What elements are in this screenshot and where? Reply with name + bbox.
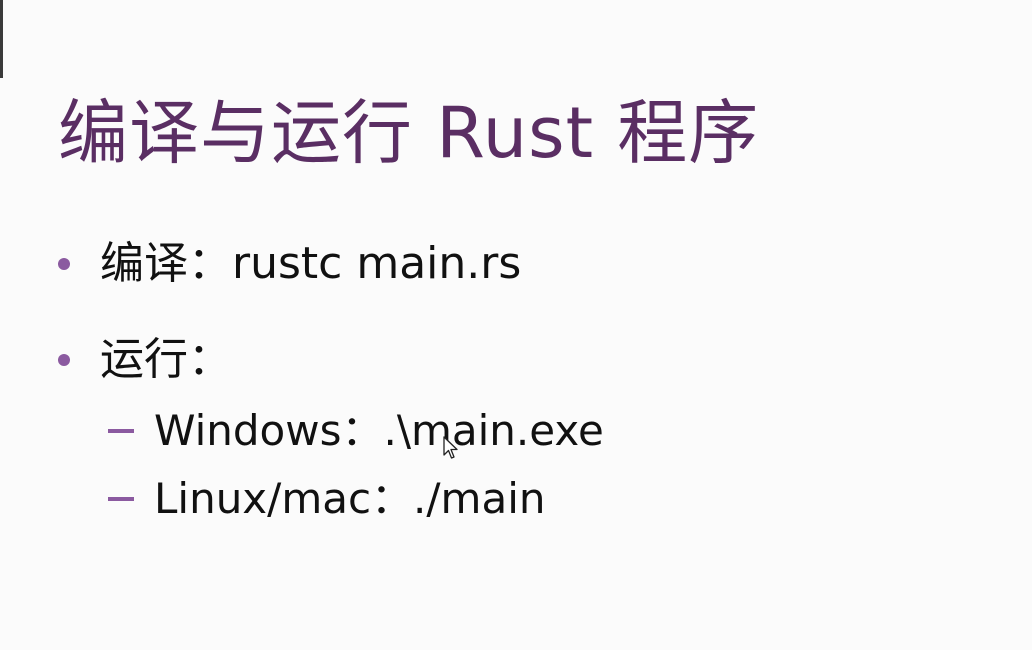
- slide-title: 编译与运行 Rust 程序: [58, 92, 760, 174]
- bullet-text: 编译：rustc main.rs: [100, 238, 522, 289]
- mouse-pointer-icon: [443, 436, 458, 459]
- window-edge: [0, 0, 3, 78]
- sub-item-text: Linux/mac：./main: [154, 474, 546, 523]
- bullet-dot-icon: [58, 354, 70, 366]
- dash-marker-icon: [108, 497, 134, 501]
- bullet-item-run: 运行：: [58, 338, 232, 382]
- sub-item-text: Windows：.\main.exe: [154, 406, 604, 455]
- dash-marker-icon: [108, 429, 134, 433]
- sub-item-linux-mac: Linux/mac：./main: [108, 478, 546, 520]
- bullet-item-compile: 编译：rustc main.rs: [58, 242, 521, 286]
- bullet-dot-icon: [58, 258, 70, 270]
- bullet-text: 运行：: [100, 334, 232, 385]
- slide: 编译与运行 Rust 程序 编译：rustc main.rs 运行： Windo…: [0, 0, 1032, 650]
- sub-item-windows: Windows：.\main.exe: [108, 410, 604, 452]
